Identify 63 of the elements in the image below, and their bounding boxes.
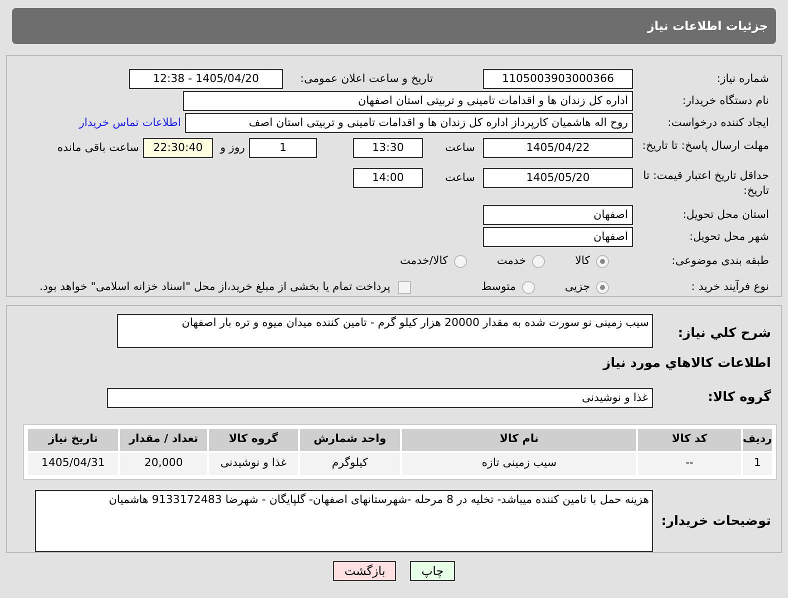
table-cell: غذا و نوشیدنی [209, 452, 298, 474]
radio-button[interactable] [596, 254, 609, 268]
radio-label: جزیی [564, 278, 590, 295]
table-cell: کیلوگرم [300, 452, 400, 474]
text-field[interactable]: 1405/04/20 - 12:38 [129, 69, 283, 89]
column-header: نام کالا [402, 428, 636, 450]
table-cell: 20,000 [120, 452, 208, 474]
text-field[interactable]: روح اله هاشمیان کارپرداز اداره کل زندان ها و اقدامات تامینی و تربیتی استان اصف [185, 113, 633, 133]
field-label: تاریخ و ساعت اعلان عمومی: [299, 70, 434, 87]
print-button[interactable]: چاپ [410, 561, 455, 581]
field-label: حداقل تاریخ اعتبار قیمت: تا تاریخ: [642, 168, 769, 198]
text-field[interactable]: 1 [249, 138, 317, 158]
text-field[interactable]: 1405/04/22 [483, 138, 633, 158]
column-header: تعداد / مقدار [120, 428, 208, 450]
field-label: نام دستگاه خریدار: [681, 92, 769, 109]
field-label: ساعت [444, 140, 476, 156]
field-label: شهر محل تحویل: [688, 228, 769, 245]
text-field[interactable]: غذا و نوشیدنی [107, 388, 653, 408]
column-header: کد کالا [638, 428, 741, 450]
field-label: شماره نیاز: [716, 70, 769, 87]
text-field[interactable]: 1105003903000366 [483, 69, 633, 89]
checkbox[interactable] [398, 280, 412, 294]
contact-link[interactable]: اطلاعات تماس خریدار [79, 114, 181, 132]
text-field[interactable]: 14:00 [353, 168, 423, 188]
summary-textarea[interactable]: سیب زمینی نو سورت شده به مقدار 20000 هزار کیلو گرم - تامین کننده میدان میوه و تره بار اصفهان [117, 314, 653, 348]
column-header: گروه کالا [209, 428, 298, 450]
field-label: ساعت باقی مانده [56, 140, 140, 156]
text-field[interactable]: 22:30:40 [143, 138, 213, 158]
text-field[interactable]: اصفهان [483, 205, 633, 225]
text-field[interactable]: 13:30 [353, 138, 423, 158]
field-label: روز و [218, 140, 246, 156]
field-label: شرح کلي نياز: [676, 325, 771, 343]
radio-label: متوسط [481, 278, 516, 295]
field-label: ایجاد کننده درخواست: [666, 114, 769, 131]
column-header: ردیف [742, 428, 772, 450]
field-label: نوع فرآیند خرید : [690, 278, 769, 295]
field-label: گروه کالا: [706, 388, 771, 407]
text-field[interactable]: اصفهان [483, 227, 633, 247]
field-label: مهلت ارسال پاسخ: تا تاریخ: [641, 138, 769, 153]
checkbox-label: پرداخت تمام یا بخشی از مبلغ خرید،از محل "اسناد خزانه اسلامی" خواهد بود. [40, 278, 390, 295]
radio-button[interactable] [596, 280, 609, 294]
radio-label: خدمت [496, 252, 526, 269]
table-cell: 1405/04/31 [28, 452, 118, 474]
field-label: توضیحات خریدار: [660, 512, 771, 530]
radio-button[interactable] [454, 254, 467, 268]
radio-button[interactable] [532, 254, 546, 268]
text-field[interactable]: 1405/05/20 [483, 168, 633, 188]
table-cell: -- [638, 452, 741, 474]
section-heading: اطلاعات کالاهاي مورد نياز [603, 356, 771, 371]
column-header: واحد شمارش [300, 428, 400, 450]
field-label: طبقه بندی موضوعی: [670, 252, 769, 269]
column-header: تاریخ نیاز [28, 428, 118, 450]
table-cell: 1 [742, 452, 772, 474]
notes-textarea[interactable]: هزینه حمل با تامین کننده میباشد- تخلیه در 8 مرحله -شهرستانهای اصفهان- گلپایگان - شهرضا 9133172483 هاشمیان [35, 490, 653, 552]
table-cell: سیب زمینی تازه [402, 452, 636, 474]
back-button[interactable]: بازگشت [333, 561, 396, 581]
field-label: استان محل تحویل: [682, 206, 769, 223]
text-field[interactable]: اداره کل زندان ها و اقدامات تامینی و تربیتی استان اصفهان [183, 91, 633, 111]
radio-label: کالا/خدمت [400, 252, 448, 269]
radio-button[interactable] [522, 280, 535, 294]
field-label: ساعت [444, 170, 476, 186]
radio-label: کالا [575, 252, 590, 269]
page-title: جزئیات اطلاعات نیاز [647, 18, 768, 35]
